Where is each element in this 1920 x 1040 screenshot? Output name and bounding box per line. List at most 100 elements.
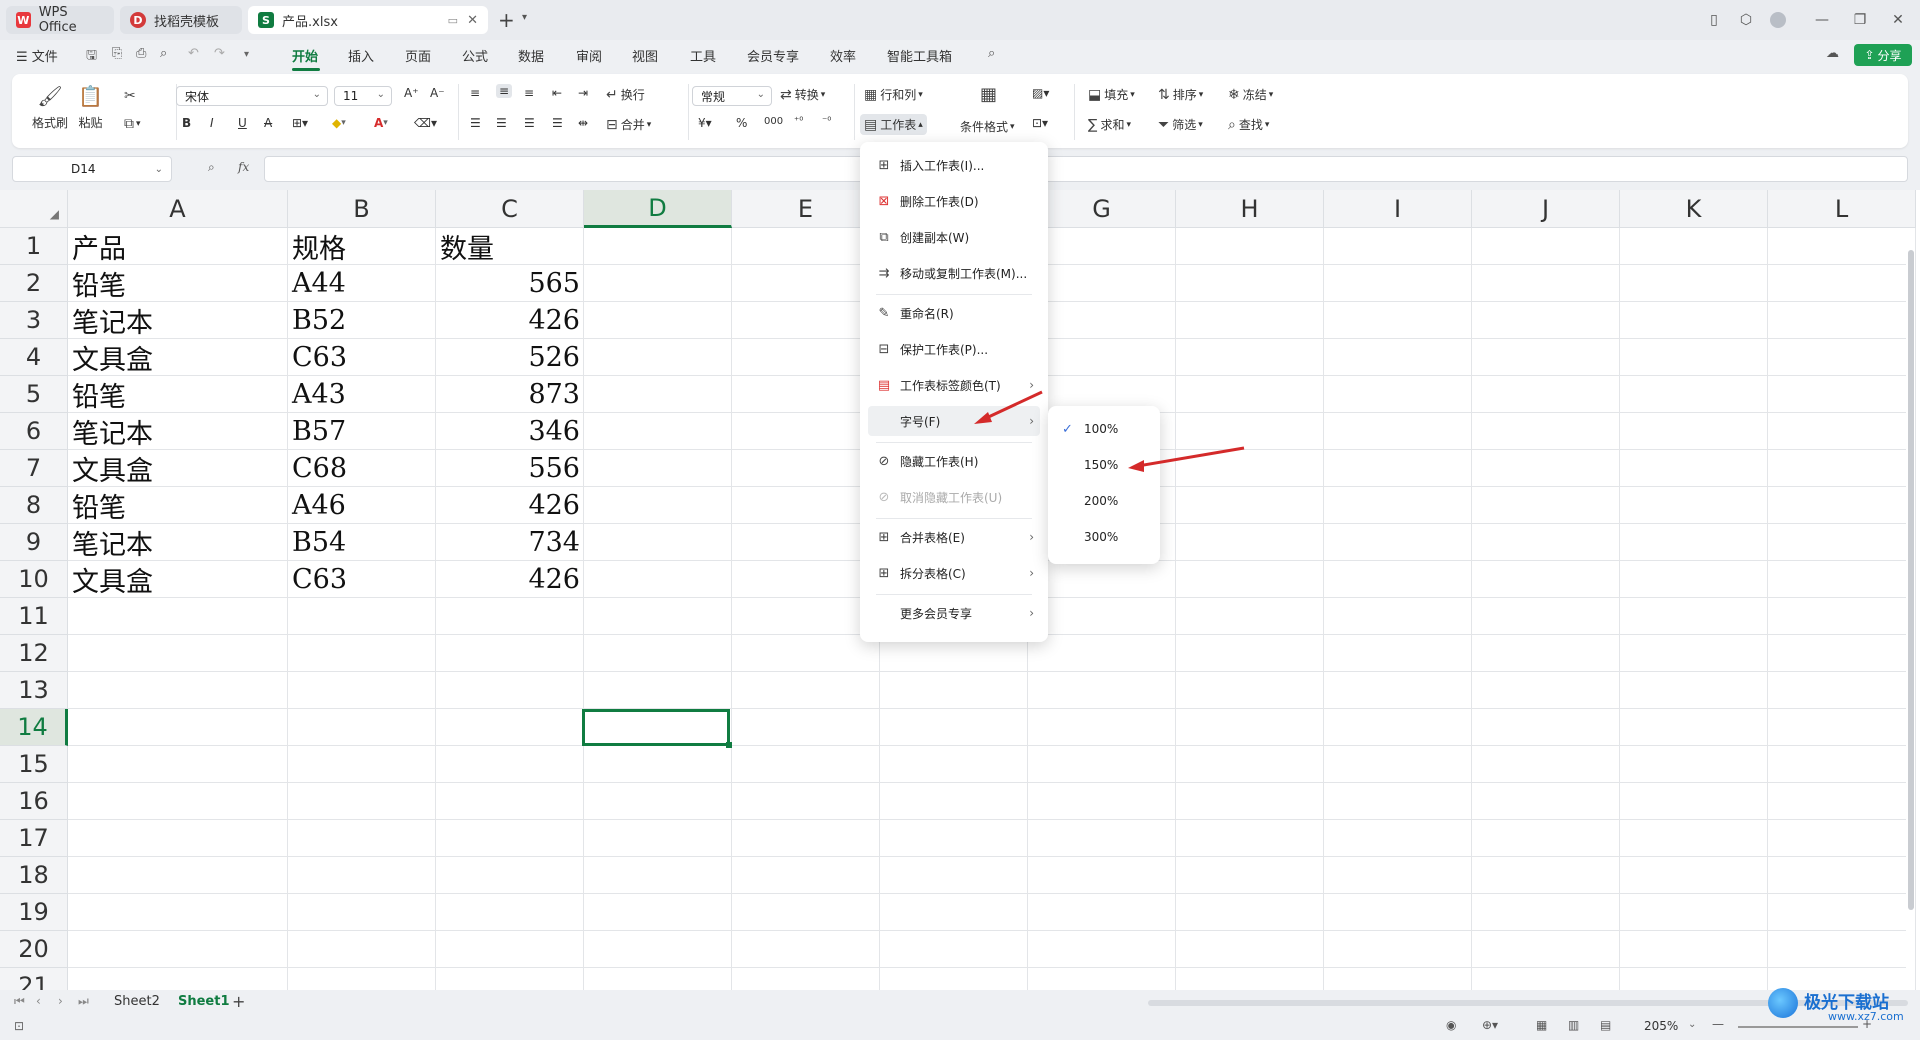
cell-b8[interactable]: A46	[288, 487, 436, 524]
row-header-2[interactable]: 2	[0, 265, 68, 302]
column-header-k[interactable]: K	[1620, 190, 1768, 228]
paste-button[interactable]: 📋 粘贴	[78, 84, 103, 131]
eye-protect-icon[interactable]: ◉	[1446, 1018, 1456, 1032]
cell-b5[interactable]: A43	[288, 376, 436, 413]
menu-create-copy[interactable]: ⧉ 创建副本(W)	[868, 222, 1040, 252]
tab-product-xlsx[interactable]: S 产品.xlsx ▭ ✕	[248, 6, 488, 34]
worksheet-button[interactable]: ▤ 工作表 ▴	[860, 114, 927, 135]
align-middle-icon[interactable]: ≡	[496, 84, 513, 98]
find-button[interactable]: ⌕ 查找 ▾	[1228, 116, 1269, 133]
chevron-down-icon[interactable]: ⌄	[155, 164, 163, 175]
menu-member[interactable]: 会员专享	[747, 46, 799, 65]
menu-insert-sheet[interactable]: ⊞ 插入工作表(I)...	[868, 150, 1040, 180]
cell-a8[interactable]: 铅笔	[68, 487, 288, 524]
macro-icon[interactable]: ⊡	[14, 1019, 24, 1033]
cube-icon[interactable]: ⬡	[1734, 8, 1758, 32]
decrease-decimal-icon[interactable]: ⁻⁰	[822, 116, 831, 127]
cell-a5[interactable]: 铅笔	[68, 376, 288, 413]
menu-move-copy-sheet[interactable]: ⇉ 移动或复制工作表(M)...	[868, 258, 1040, 288]
normal-view-icon[interactable]: ▦	[1536, 1018, 1547, 1032]
cell-a3[interactable]: 笔记本	[68, 302, 288, 339]
row-header-7[interactable]: 7	[0, 450, 68, 487]
tab-list-chevron-icon[interactable]: ▾	[522, 12, 527, 23]
align-left-icon[interactable]: ☰	[470, 116, 481, 130]
row-header-10[interactable]: 10	[0, 561, 68, 598]
print-icon[interactable]: ⎙	[136, 46, 146, 61]
cell-c8[interactable]: 426	[436, 487, 584, 524]
fill-button[interactable]: ⬓ 填充 ▾	[1088, 86, 1135, 103]
sheet-tab-sheet2[interactable]: Sheet2	[114, 994, 160, 1009]
cell-c7[interactable]: 556	[436, 450, 584, 487]
font-size-300[interactable]: 300%	[1054, 522, 1154, 552]
distributed-icon[interactable]: ⇹	[578, 116, 588, 130]
row-header-8[interactable]: 8	[0, 487, 68, 524]
tab-docer-templates[interactable]: D 找稻壳模板	[120, 6, 242, 34]
cell-a9[interactable]: 笔记本	[68, 524, 288, 561]
cell-a1[interactable]: 产品	[68, 228, 288, 265]
decrease-font-icon[interactable]: A⁻	[430, 86, 445, 100]
font-size-select[interactable]: 11 ⌄	[334, 86, 392, 106]
column-header-i[interactable]: I	[1324, 190, 1472, 228]
column-header-j[interactable]: J	[1472, 190, 1620, 228]
cell-b2[interactable]: A44	[288, 265, 436, 302]
merge-button[interactable]: ⊟ 合并 ▾	[606, 116, 651, 133]
column-header-c[interactable]: C	[436, 190, 584, 228]
column-header-l[interactable]: L	[1768, 190, 1916, 228]
align-top-icon[interactable]: ≡	[470, 86, 480, 100]
wrap-text-button[interactable]: ↵ 换行	[606, 86, 645, 103]
menu-delete-sheet[interactable]: ⊠ 删除工作表(D)	[868, 186, 1040, 216]
add-sheet-button[interactable]: +	[232, 992, 245, 1011]
row-header-11[interactable]: 11	[0, 598, 68, 635]
row-header-1[interactable]: 1	[0, 228, 68, 265]
row-header-13[interactable]: 13	[0, 672, 68, 709]
cell-style-icon[interactable]: ▨▾	[1032, 86, 1049, 100]
column-header-a[interactable]: A	[68, 190, 288, 228]
cell-b7[interactable]: C68	[288, 450, 436, 487]
cell-c3[interactable]: 426	[436, 302, 584, 339]
menu-merge-tables[interactable]: ⊞ 合并表格(E) ›	[868, 522, 1040, 552]
first-sheet-icon[interactable]: ⏮	[14, 994, 25, 1009]
row-header-17[interactable]: 17	[0, 820, 68, 857]
cell-c9[interactable]: 734	[436, 524, 584, 561]
italic-icon[interactable]: I	[210, 116, 214, 130]
avatar[interactable]	[1766, 8, 1790, 32]
strikethrough-icon[interactable]: A	[264, 116, 272, 130]
underline-icon[interactable]: U	[238, 116, 247, 130]
new-tab-button[interactable]: +	[498, 8, 515, 32]
prev-sheet-icon[interactable]: ‹	[36, 994, 41, 1008]
format-painter-button[interactable]: 🖌 格式刷	[32, 84, 68, 131]
cond-format-button[interactable]: 条件格式 ▾	[960, 118, 1015, 135]
export-icon[interactable]: ⎘	[112, 46, 122, 61]
cell-c4[interactable]: 526	[436, 339, 584, 376]
cell-b6[interactable]: B57	[288, 413, 436, 450]
cell-b10[interactable]: C63	[288, 561, 436, 598]
row-header-12[interactable]: 12	[0, 635, 68, 672]
share-button[interactable]: ⇪ 分享	[1854, 44, 1912, 66]
restore-icon[interactable]: ❐	[1848, 8, 1872, 32]
sort-button[interactable]: ⇅ 排序 ▾	[1158, 86, 1203, 103]
cell-a10[interactable]: 文具盒	[68, 561, 288, 598]
sum-button[interactable]: ∑ 求和 ▾	[1088, 116, 1131, 133]
fill-handle[interactable]	[726, 742, 732, 748]
row-header-4[interactable]: 4	[0, 339, 68, 376]
column-header-g[interactable]: G	[1028, 190, 1176, 228]
decrease-indent-icon[interactable]: ⇤	[552, 86, 562, 100]
cut-icon[interactable]: ✂	[124, 88, 136, 104]
next-sheet-icon[interactable]: ›	[58, 994, 63, 1008]
cell-b4[interactable]: C63	[288, 339, 436, 376]
column-header-h[interactable]: H	[1176, 190, 1324, 228]
row-header-16[interactable]: 16	[0, 783, 68, 820]
number-format-select[interactable]: 常规 ⌄	[692, 86, 772, 106]
cond-format-icon[interactable]: ▦	[980, 84, 997, 105]
cell-c5[interactable]: 873	[436, 376, 584, 413]
layout-icon[interactable]: ▯	[1702, 8, 1726, 32]
menu-smart-toolbox[interactable]: 智能工具箱	[887, 46, 952, 65]
cloud-icon[interactable]: ☁	[1826, 46, 1839, 61]
cell-c2[interactable]: 565	[436, 265, 584, 302]
zoom-out-icon[interactable]: —	[1712, 1017, 1724, 1031]
file-menu[interactable]: ☰ 文件	[16, 46, 58, 65]
minimize-icon[interactable]: —	[1810, 8, 1834, 32]
increase-decimal-icon[interactable]: ⁺⁰	[794, 116, 803, 127]
fx-icon[interactable]: fx	[238, 160, 249, 174]
menu-rename[interactable]: ✎ 重命名(R)	[868, 298, 1040, 328]
